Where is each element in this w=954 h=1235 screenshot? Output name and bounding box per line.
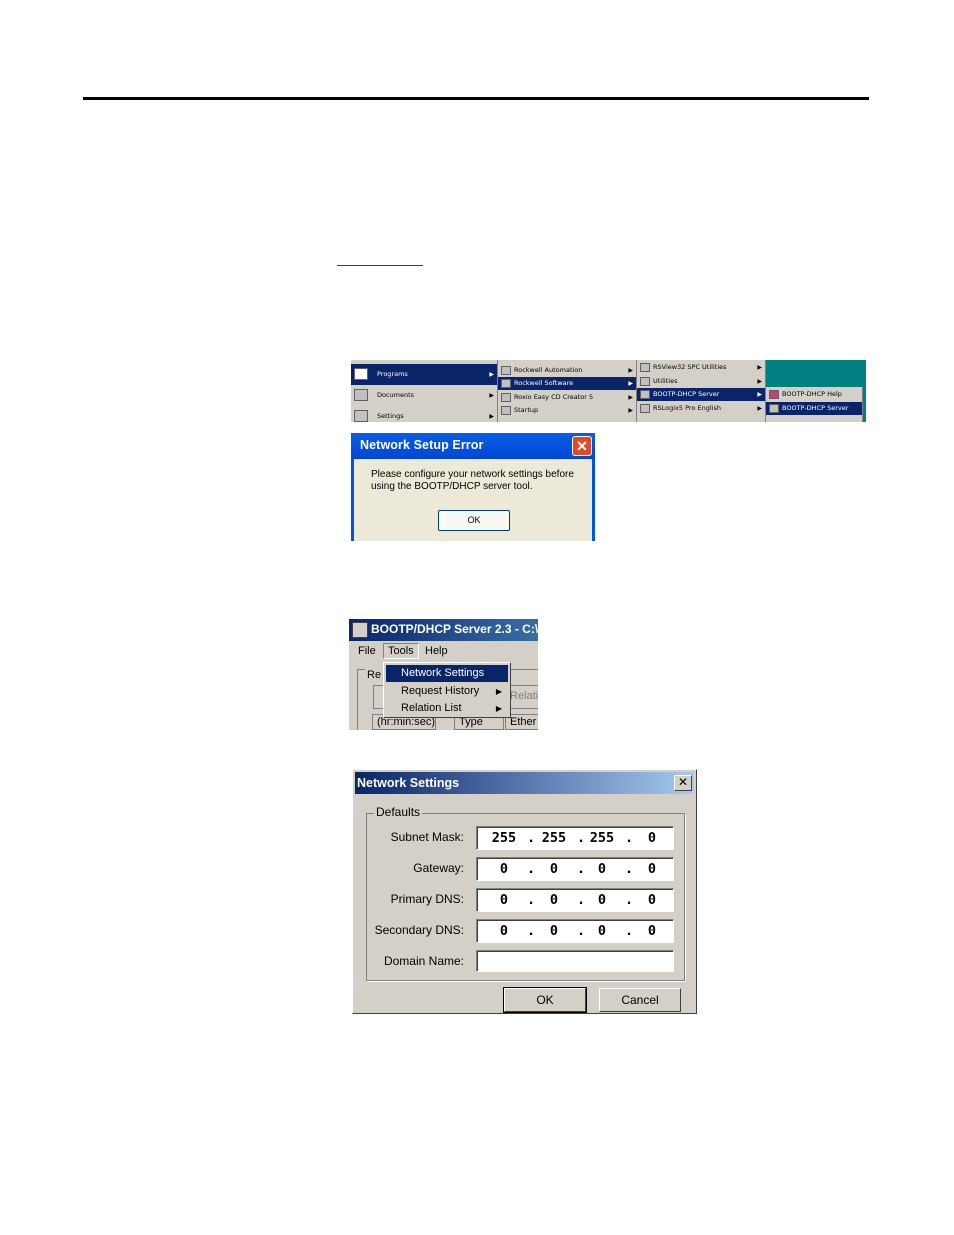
menu-item-request-history[interactable]: Request History ▶: [386, 683, 508, 700]
menu-item-bootp-dhcp-help[interactable]: BOOTP-DHCP Help: [766, 388, 862, 401]
menu-tools[interactable]: Tools: [383, 643, 419, 659]
submenu-arrow-icon: ▶: [757, 405, 762, 412]
menu-item-network-settings[interactable]: Network Settings: [386, 665, 508, 682]
menu-bar: File Tools Help: [349, 641, 538, 661]
submenu-arrow-icon: ▶: [628, 407, 633, 414]
folder-icon: [501, 393, 511, 402]
folder-icon: [501, 406, 511, 415]
folder-icon: [640, 390, 650, 399]
domain-name-row: Domain Name:: [353, 950, 693, 974]
menu-help[interactable]: Help: [425, 645, 448, 657]
secondary-dns-field[interactable]: 0. 0. 0. 0: [476, 919, 674, 943]
submenu-arrow-icon: ▶: [495, 687, 502, 696]
bootp-app-icon: [352, 622, 368, 638]
bootp-app-icon: [769, 404, 779, 413]
subnet-mask-field[interactable]: 255. 255. 255. 0: [476, 826, 674, 850]
primary-dns-field[interactable]: 0. 0. 0. 0: [476, 888, 674, 912]
subnet-mask-label: Subnet Mask:: [390, 830, 464, 844]
menu-item-startup[interactable]: Startup ▶: [498, 404, 636, 417]
start-menu-column-2: Rockwell Automation ▶ Rockwell Software ▶ …: [498, 360, 637, 422]
folder-icon: [640, 377, 650, 386]
network-settings-dialog: Network Settings ✕ Defaults Subnet Mask:…: [352, 769, 697, 1014]
dialog-body: Please configure your network settings b…: [354, 459, 592, 541]
dialog-title: Network Setup Error: [360, 438, 484, 452]
start-menu-column-4: BOOTP-DHCP Help BOOTP-DHCP Server: [766, 387, 863, 422]
group-label: Re: [365, 669, 384, 681]
header-rule: [83, 97, 869, 100]
documents-folder-icon: [354, 389, 368, 401]
submenu-arrow-icon: ▶: [489, 413, 494, 420]
submenu-arrow-icon: ▶: [489, 371, 494, 378]
domain-name-label: Domain Name:: [383, 954, 464, 968]
menu-item-settings[interactable]: Settings ▶: [351, 406, 497, 422]
close-icon[interactable]: ✕: [572, 436, 592, 456]
submenu-arrow-icon: ▶: [628, 394, 633, 401]
dialog-title-bar: Network Settings ✕: [355, 772, 694, 794]
submenu-arrow-icon: ▶: [628, 380, 633, 387]
menu-item-programs[interactable]: Programs ▶: [351, 364, 497, 385]
folder-icon: [501, 366, 511, 375]
secondary-dns-row: Secondary DNS: 0. 0. 0. 0: [353, 919, 693, 943]
gateway-row: Gateway: 0. 0. 0. 0: [353, 857, 693, 881]
menu-item-roxio[interactable]: Roxio Easy CD Creator 5 ▶: [498, 391, 636, 404]
submenu-arrow-icon: ▶: [489, 392, 494, 399]
close-icon[interactable]: ✕: [674, 775, 692, 791]
menu-item-bootp-dhcp-server-folder[interactable]: BOOTP-DHCP Server ▶: [637, 388, 765, 401]
submenu-arrow-icon: ▶: [757, 364, 762, 371]
menu-file[interactable]: File: [358, 645, 376, 657]
start-menu-column-3: RSView32 SPC Utilities ▶ Utilities ▶ BOOTP…: [637, 360, 766, 422]
submenu-arrow-icon: ▶: [495, 704, 502, 713]
defaults-group-label: Defaults: [374, 805, 423, 819]
cancel-button[interactable]: Cancel: [599, 988, 681, 1012]
menu-item-utilities[interactable]: Utilities ▶: [637, 375, 765, 388]
subnet-mask-row: Subnet Mask: 255. 255. 255. 0: [353, 826, 693, 850]
start-menu-screenshot: Programs ▶ Documents ▶ Settings ▶ Rockwell …: [351, 360, 866, 422]
dialog-title: Network Settings: [357, 776, 460, 790]
menu-item-bootp-dhcp-server[interactable]: BOOTP-DHCP Server: [766, 402, 862, 415]
ok-button[interactable]: OK: [438, 510, 510, 531]
start-menu-column-1: Programs ▶ Documents ▶ Settings ▶: [351, 360, 498, 422]
programs-folder-icon: [354, 368, 368, 380]
primary-dns-row: Primary DNS: 0. 0. 0. 0: [353, 888, 693, 912]
menu-item-rockwell-software[interactable]: Rockwell Software ▶: [498, 377, 636, 390]
tools-dropdown-menu: Network Settings Request History ▶ Relati…: [383, 662, 511, 718]
gateway-label: Gateway:: [413, 861, 464, 875]
submenu-arrow-icon: ▶: [757, 378, 762, 385]
primary-dns-label: Primary DNS:: [390, 892, 464, 906]
window-title-bar: BOOTP/DHCP Server 2.3 - C:\: [349, 619, 538, 641]
menu-item-documents[interactable]: Documents ▶: [351, 385, 497, 406]
submenu-arrow-icon: ▶: [757, 391, 762, 398]
folder-icon: [640, 363, 650, 372]
dialog-title-bar: Network Setup Error ✕: [351, 433, 595, 459]
help-book-icon: [769, 390, 779, 399]
domain-name-input[interactable]: [476, 950, 674, 972]
gateway-field[interactable]: 0. 0. 0. 0: [476, 857, 674, 881]
ok-button[interactable]: OK: [503, 987, 587, 1013]
menu-item-rsview32[interactable]: RSView32 SPC Utilities ▶: [637, 361, 765, 374]
secondary-dns-label: Secondary DNS:: [374, 923, 464, 937]
settings-icon: [354, 410, 368, 422]
menu-item-rslogix5[interactable]: RSLogix5 Pro English ▶: [637, 402, 765, 415]
window-title: BOOTP/DHCP Server 2.3 - C:\: [371, 622, 538, 636]
folder-icon: [501, 379, 511, 388]
hyperlink-underline[interactable]: [337, 265, 423, 266]
network-setup-error-dialog: Network Setup Error ✕ Please configure y…: [351, 433, 595, 541]
submenu-arrow-icon: ▶: [628, 367, 633, 374]
folder-icon: [640, 404, 650, 413]
error-message: Please configure your network settings b…: [371, 469, 574, 492]
menu-item-rockwell-automation[interactable]: Rockwell Automation ▶: [498, 364, 636, 377]
menu-item-relation-list[interactable]: Relation List ▶: [386, 700, 508, 717]
